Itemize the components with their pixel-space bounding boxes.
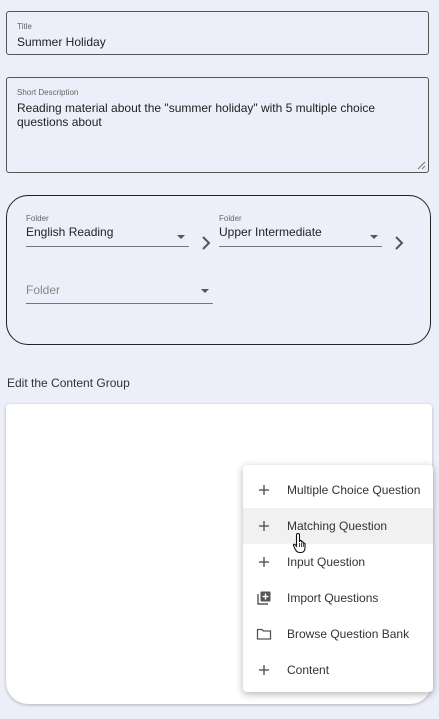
menu-item-matching-question[interactable]: Matching Question [243, 508, 433, 544]
menu-item-input-question[interactable]: Input Question [243, 544, 433, 580]
menu-item-label: Multiple Choice Question [287, 483, 421, 497]
menu-item-content[interactable]: Content [243, 652, 433, 688]
content-group-heading: Edit the Content Group [7, 376, 130, 390]
plus-icon [259, 485, 269, 495]
dropdown-caret-icon [177, 235, 185, 239]
dropdown-caret-icon [370, 235, 378, 239]
folder-select-3-underline [26, 303, 213, 304]
folder-select-1-label: Folder [26, 214, 49, 223]
chevron-right-icon [202, 236, 211, 250]
short-description-label: Short Description [17, 88, 79, 97]
resize-handle-icon[interactable] [417, 161, 426, 170]
menu-item-browse-question-bank[interactable]: Browse Question Bank [243, 616, 433, 652]
folder-select-1-value: English Reading [26, 225, 114, 239]
menu-item-label: Import Questions [287, 591, 379, 605]
title-field-label: Title [17, 22, 32, 31]
dropdown-caret-icon [201, 289, 209, 293]
folder-select-1[interactable]: Folder English Reading [26, 214, 189, 248]
folder-select-2[interactable]: Folder Upper Intermediate [219, 214, 382, 248]
folder-select-2-underline [219, 246, 382, 247]
plus-icon [259, 557, 269, 567]
title-field-value[interactable]: Summer Holiday [17, 35, 106, 49]
hand-pointer-cursor-icon [292, 532, 306, 554]
menu-item-label: Browse Question Bank [287, 627, 410, 641]
menu-item-multiple-choice-question[interactable]: Multiple Choice Question [243, 472, 433, 508]
chevron-right-icon [395, 236, 404, 250]
folder-selection-box: Folder English Reading Folder Upper Inte… [6, 195, 431, 345]
title-field[interactable]: Title Summer Holiday [6, 11, 429, 55]
folder-select-3-placeholder: Folder [26, 283, 61, 297]
plus-icon [259, 521, 269, 531]
menu-item-label: Matching Question [287, 519, 388, 533]
folder-select-2-value: Upper Intermediate [219, 225, 322, 239]
folder-select-1-underline [26, 246, 189, 247]
menu-item-import-questions[interactable]: Import Questions [243, 580, 433, 616]
add-content-menu: Multiple Choice Question Matching Questi… [243, 465, 433, 692]
short-description-value[interactable]: Reading material about the "summer holid… [17, 101, 416, 129]
folder-select-2-label: Folder [219, 214, 242, 223]
menu-item-label: Input Question [287, 555, 366, 569]
folder-select-3[interactable]: Folder [26, 281, 213, 305]
menu-item-label: Content [287, 663, 330, 677]
folder-icon [256, 628, 272, 640]
short-description-field[interactable]: Short Description Reading material about… [6, 77, 429, 173]
library-add-icon [257, 591, 271, 605]
plus-icon [259, 665, 269, 675]
